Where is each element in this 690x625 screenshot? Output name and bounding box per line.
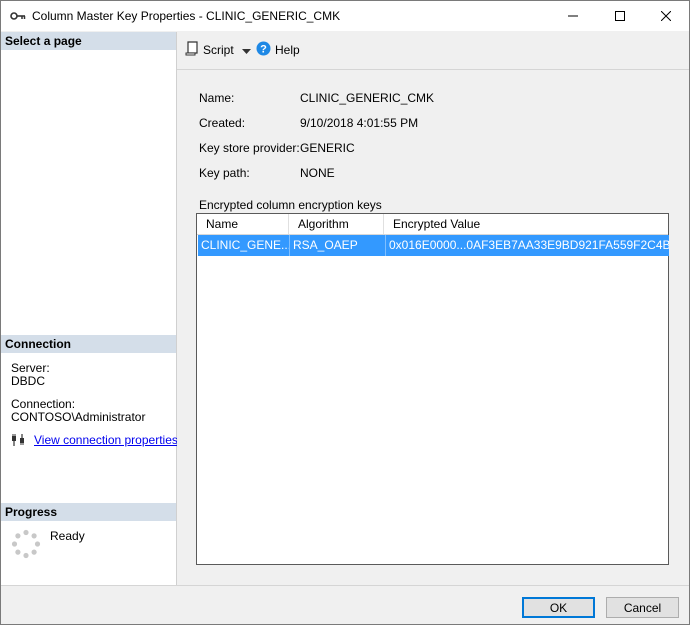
name-label: Name:	[199, 91, 235, 105]
script-label: Script	[203, 43, 234, 57]
key-icon	[10, 9, 26, 23]
table-row[interactable]: CLINIC_GENE... RSA_OAEP 0x016E0000...0AF…	[198, 235, 669, 256]
sidebar: Select a page Connection Server: DBDC Co…	[1, 32, 178, 585]
close-button[interactable]	[643, 1, 689, 31]
cell-algorithm: RSA_OAEP	[290, 235, 386, 256]
connection-header: Connection	[1, 335, 176, 353]
ok-button[interactable]: OK	[522, 597, 595, 618]
created-value: 9/10/2018 4:01:55 PM	[300, 116, 419, 130]
column-header-name[interactable]: Name	[197, 214, 289, 234]
cek-grid-caption: Encrypted column encryption keys	[199, 198, 382, 212]
key-store-provider-value: GENERIC	[300, 141, 355, 155]
window-title: Column Master Key Properties - CLINIC_GE…	[32, 9, 341, 23]
chevron-down-icon[interactable]	[241, 43, 251, 57]
key-path-label: Key path:	[199, 166, 250, 180]
progress-status: Ready	[50, 529, 85, 543]
grid-header: Name Algorithm Encrypted Value	[197, 214, 668, 235]
close-icon	[661, 11, 671, 21]
properties-dialog: Column Master Key Properties - CLINIC_GE…	[0, 0, 690, 625]
help-label: Help	[275, 43, 300, 57]
cek-grid[interactable]: Name Algorithm Encrypted Value CLINIC_GE…	[196, 213, 669, 565]
column-header-algorithm[interactable]: Algorithm	[289, 214, 384, 234]
key-store-provider-label: Key store provider:	[199, 141, 300, 155]
server-value: DBDC	[11, 374, 46, 388]
dialog-footer: OK Cancel	[1, 585, 689, 624]
svg-text:?: ?	[260, 44, 267, 56]
connection-value: CONTOSO\Administrator	[11, 410, 146, 424]
progress-header: Progress	[1, 503, 176, 521]
main-content: Script ? Help Name: CLINIC_GENERIC_CMK C…	[177, 32, 689, 585]
column-header-encrypted-value[interactable]: Encrypted Value	[384, 214, 668, 234]
cell-encrypted-value: 0x016E0000...0AF3EB7AA33E9BD921FA559F2C4…	[389, 238, 669, 252]
title-bar[interactable]: Column Master Key Properties - CLINIC_GE…	[1, 1, 689, 31]
maximize-icon	[615, 11, 625, 21]
minimize-icon	[568, 11, 578, 21]
cell-name: CLINIC_GENE...	[198, 235, 290, 256]
script-icon	[185, 41, 199, 59]
connection-plug-icon	[11, 433, 26, 450]
name-value: CLINIC_GENERIC_CMK	[300, 91, 435, 105]
minimize-button[interactable]	[550, 1, 596, 31]
help-button[interactable]: ? Help	[256, 41, 300, 59]
progress-spinner-icon	[11, 529, 41, 562]
cancel-button[interactable]: Cancel	[606, 597, 679, 618]
script-button[interactable]: Script	[185, 41, 251, 59]
created-label: Created:	[199, 116, 246, 130]
select-page-header: Select a page	[1, 32, 176, 50]
toolbar: Script ? Help	[177, 32, 689, 70]
view-connection-properties-link[interactable]: View connection properties	[34, 434, 178, 447]
maximize-button[interactable]	[597, 1, 643, 31]
key-path-value: NONE	[300, 166, 335, 180]
help-icon: ?	[256, 41, 271, 59]
